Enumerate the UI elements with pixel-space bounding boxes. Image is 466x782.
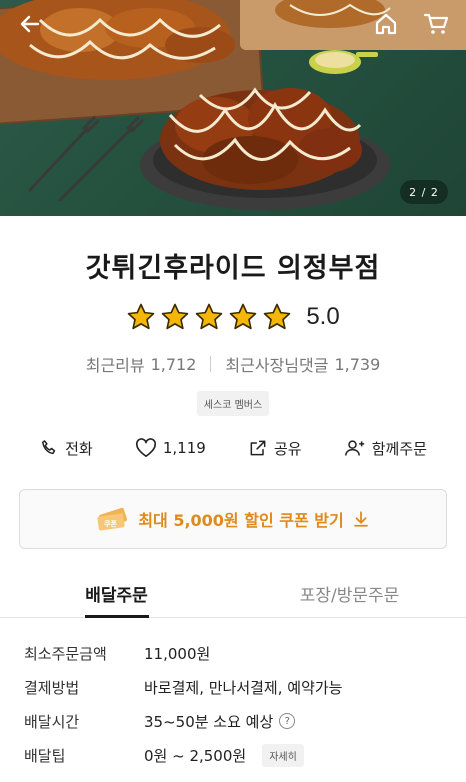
coupon-icon: 쿠폰	[97, 507, 128, 531]
tab-pickup[interactable]: 포장/방문주문	[233, 570, 466, 617]
group-order-label: 함께주문	[371, 439, 427, 458]
download-arrow-icon	[353, 511, 368, 527]
svg-text:쿠폰: 쿠폰	[104, 520, 117, 528]
home-icon[interactable]	[368, 6, 404, 42]
call-button[interactable]: 전화	[39, 438, 93, 459]
owner-replies-label: 최근사장님댓글	[225, 356, 329, 375]
like-button[interactable]: 1,119	[135, 438, 206, 458]
cesco-members-badge[interactable]: 세스코 멤버스	[196, 391, 270, 416]
delivery-tip-row: 배달팁 0원 ~ 2,500원 자세히	[24, 738, 454, 772]
review-summary[interactable]: 최근리뷰 1,712 최근사장님댓글 1,739	[0, 352, 466, 376]
star-icon	[196, 303, 223, 330]
delivery-tip-label: 배달팁	[24, 746, 66, 765]
share-label: 공유	[273, 439, 302, 458]
divider	[210, 356, 212, 372]
image-page-indicator: 2 / 2	[400, 180, 448, 204]
add-user-icon	[344, 440, 364, 456]
delivery-tip-detail-button[interactable]: 자세히	[262, 743, 304, 767]
coupon-label: 최대 5,000원 할인 쿠폰 받기	[138, 511, 344, 530]
min-order-label: 최소주문금액	[24, 644, 107, 663]
star-icon	[264, 303, 291, 330]
payment-label: 결제방법	[24, 678, 80, 697]
star-icon	[128, 303, 155, 330]
delivery-time-value: 35~50분 소요 예상	[144, 712, 274, 731]
delivery-time-row: 배달시간 35~50분 소요 예상 ?	[24, 704, 454, 738]
coupon-button[interactable]: 쿠폰 최대 5,000원 할인 쿠폰 받기	[19, 489, 447, 549]
hero-image[interactable]: 2 / 2	[0, 0, 466, 216]
back-arrow-icon[interactable]	[12, 6, 48, 42]
store-name: 갓튀긴후라이드 의정부점	[85, 253, 381, 284]
star-icon	[230, 303, 257, 330]
group-order-button[interactable]: 함께주문	[344, 438, 427, 459]
recent-reviews-label: 최근리뷰	[85, 356, 145, 375]
delivery-time-label: 배달시간	[24, 712, 80, 731]
star-icon	[162, 303, 189, 330]
cart-icon[interactable]	[418, 6, 454, 42]
tab-delivery[interactable]: 배달주문	[0, 570, 233, 617]
payment-value: 바로결제, 만나서결제, 예약가능	[144, 678, 343, 697]
owner-replies-count: 1,739	[334, 354, 381, 374]
delivery-info: 최소주문금액 11,000원 결제방법 바로결제, 만나서결제, 예약가능 배달…	[24, 636, 454, 772]
help-icon[interactable]: ?	[279, 713, 296, 729]
min-order-value: 11,000원	[144, 644, 211, 663]
order-type-tabs: 배달주문 포장/방문주문	[0, 570, 466, 618]
min-order-row: 최소주문금액 11,000원	[24, 636, 454, 670]
rating-value: 5.0	[306, 303, 340, 330]
share-icon	[250, 440, 266, 456]
payment-row: 결제방법 바로결제, 만나서결제, 예약가능	[24, 670, 454, 704]
like-count: 1,119	[162, 439, 206, 457]
call-label: 전화	[65, 439, 93, 458]
heart-icon	[135, 438, 156, 457]
phone-icon	[42, 440, 56, 455]
recent-reviews-count: 1,712	[150, 354, 197, 374]
share-button[interactable]: 공유	[248, 438, 302, 459]
delivery-tip-value: 0원 ~ 2,500원	[144, 746, 247, 765]
action-bar: 전화 1,119 공유 함께주문	[0, 432, 466, 464]
rating-row[interactable]: 5.0	[0, 302, 466, 332]
